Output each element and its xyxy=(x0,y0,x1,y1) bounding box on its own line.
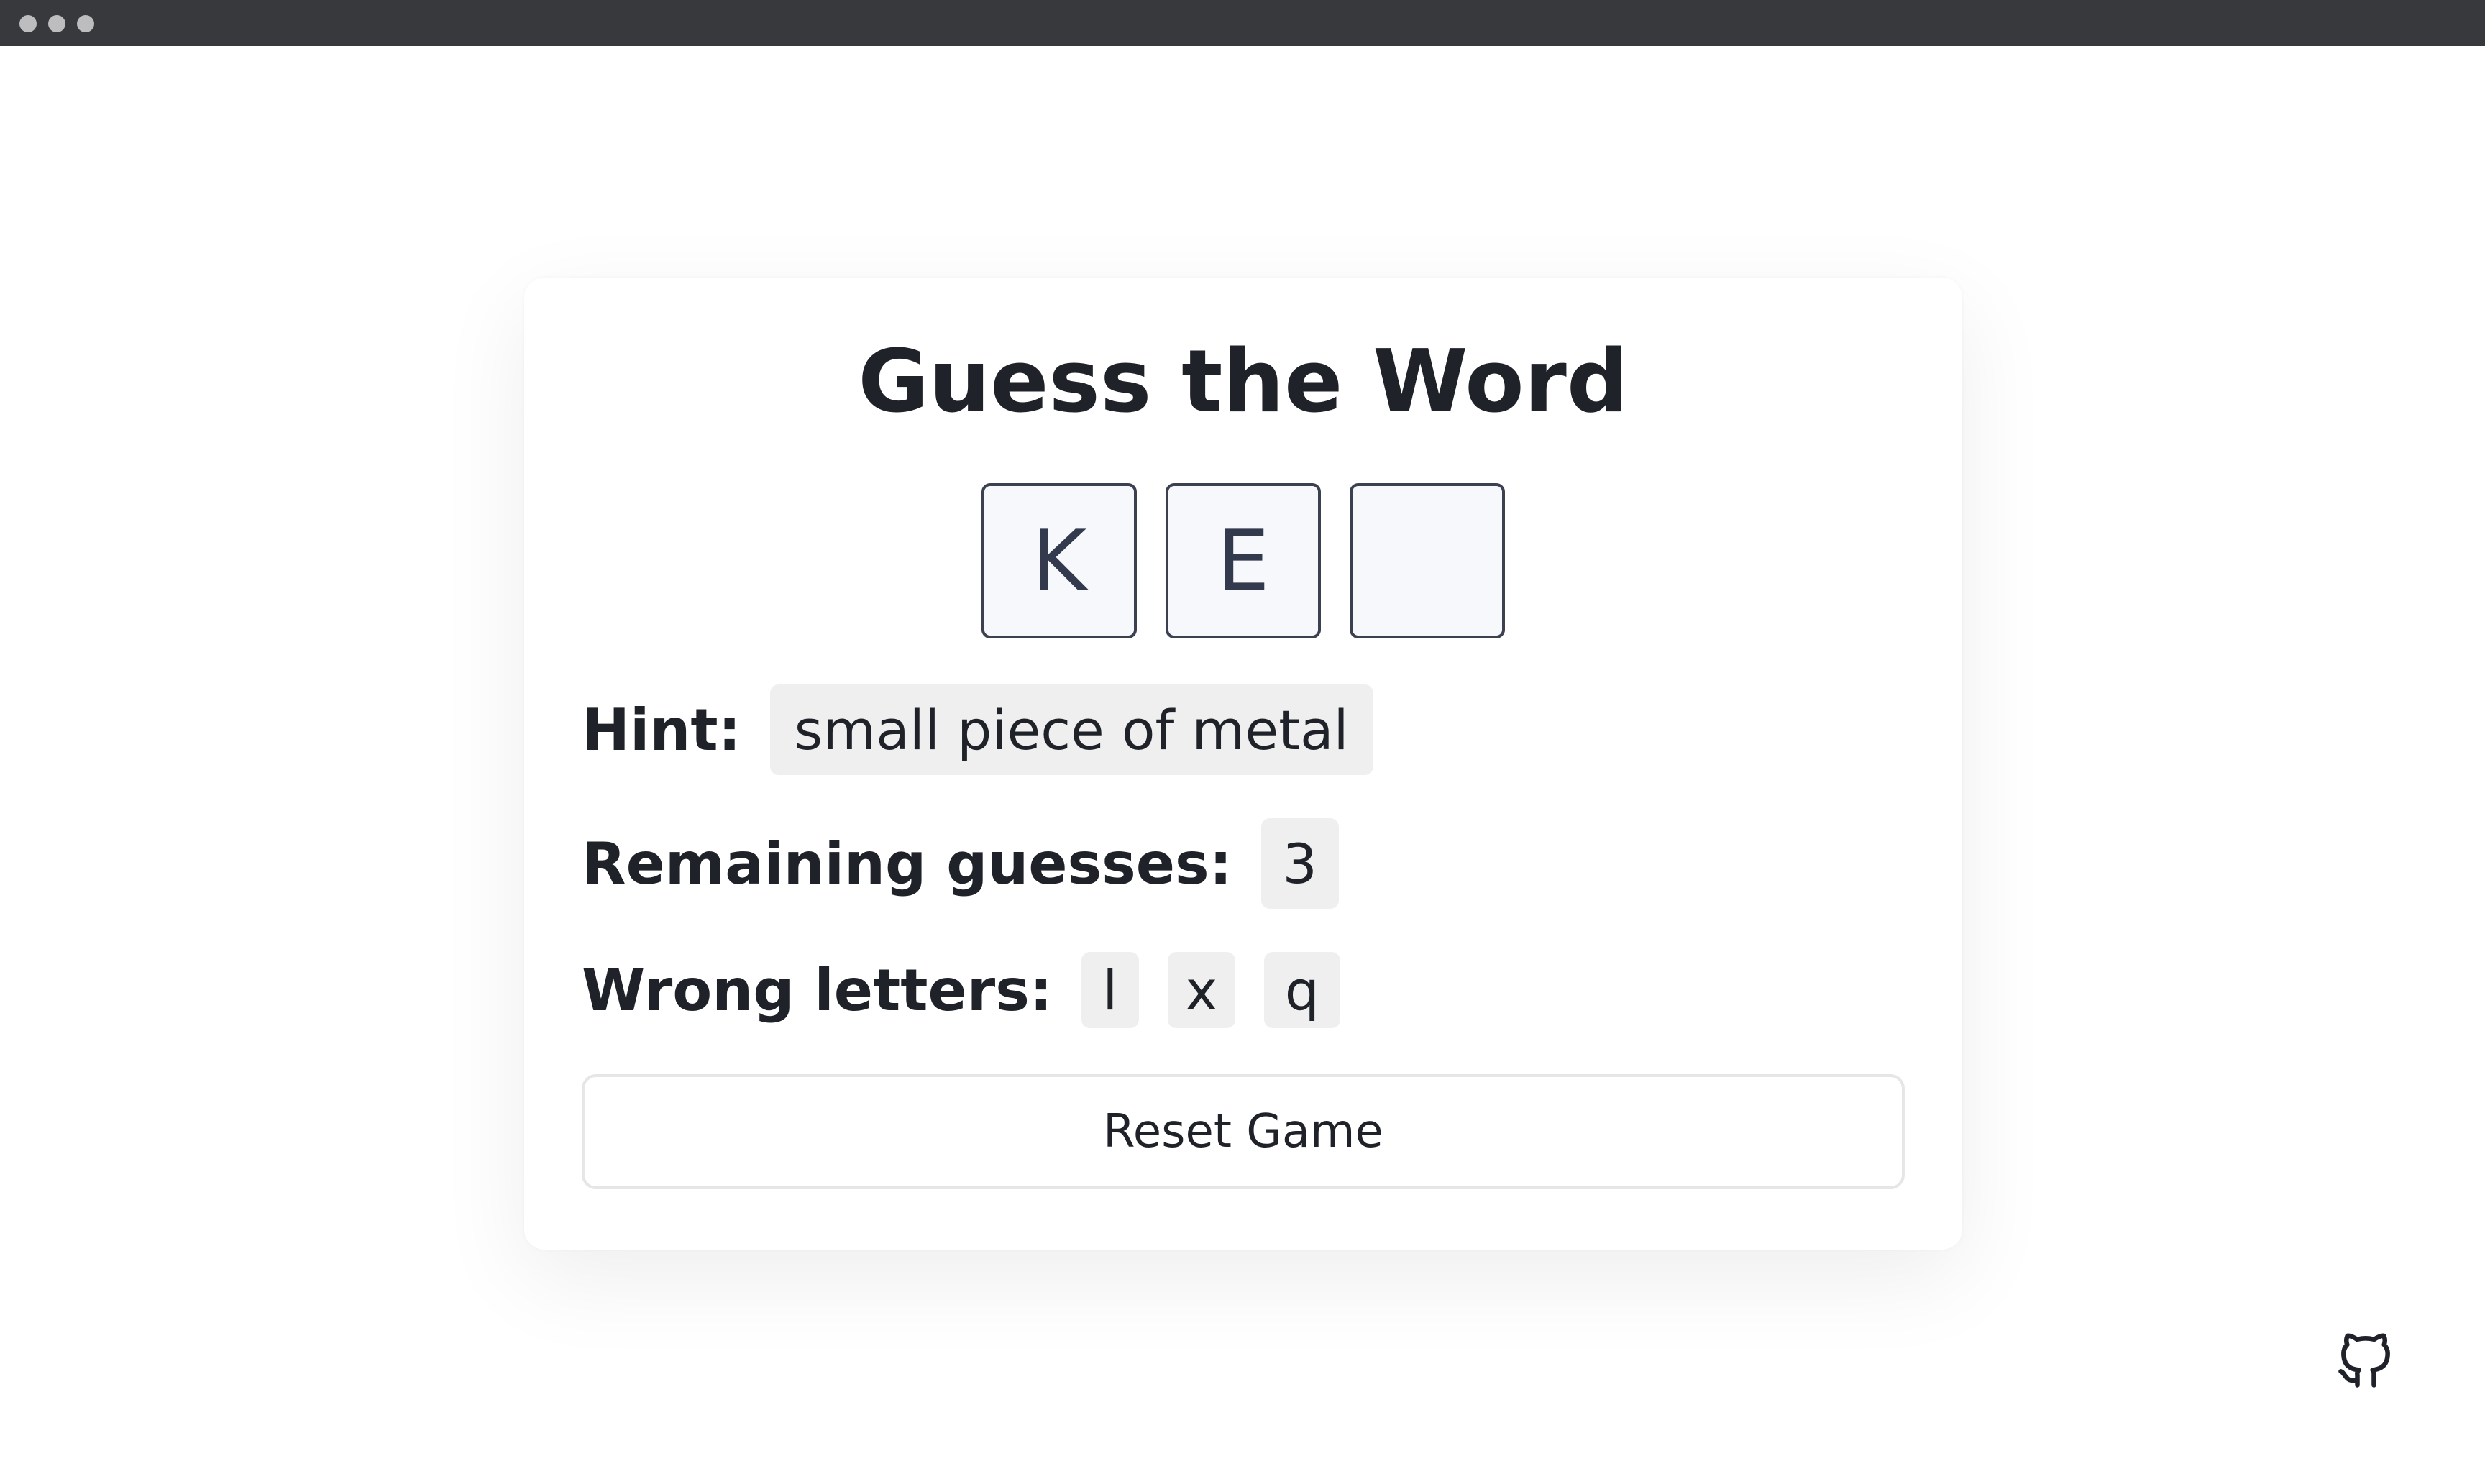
remaining-guesses-value: 3 xyxy=(1260,818,1339,909)
reset-game-button[interactable]: Reset Game xyxy=(582,1074,1905,1189)
window-maximize-dot[interactable] xyxy=(77,15,94,32)
wrong-letter-chip: q xyxy=(1263,952,1340,1028)
game-card: Guess the Word K E Hint: small piece of … xyxy=(524,278,1962,1250)
window-titlebar xyxy=(0,0,2485,46)
hint-label: Hint: xyxy=(582,696,741,764)
hint-value: small piece of metal xyxy=(769,684,1373,775)
letter-tile xyxy=(1350,483,1505,638)
letter-tile: K xyxy=(981,483,1137,638)
hint-row: Hint: small piece of metal xyxy=(582,684,1373,775)
window-close-dot[interactable] xyxy=(19,15,37,32)
remaining-row: Remaining guesses: 3 xyxy=(582,818,1339,909)
github-icon[interactable] xyxy=(2333,1326,2399,1395)
wrong-letters-label: Wrong letters: xyxy=(582,956,1053,1024)
window-minimize-dot[interactable] xyxy=(48,15,65,32)
remaining-guesses-label: Remaining guesses: xyxy=(582,830,1232,897)
wrong-letter-chip: x xyxy=(1167,952,1235,1028)
game-title: Guess the Word xyxy=(858,332,1629,432)
wrong-letter-chip: l xyxy=(1081,952,1139,1028)
word-tiles: K E xyxy=(524,483,1962,638)
letter-tile: E xyxy=(1166,483,1321,638)
wrong-letters-row: Wrong letters: l x q xyxy=(582,952,1369,1028)
